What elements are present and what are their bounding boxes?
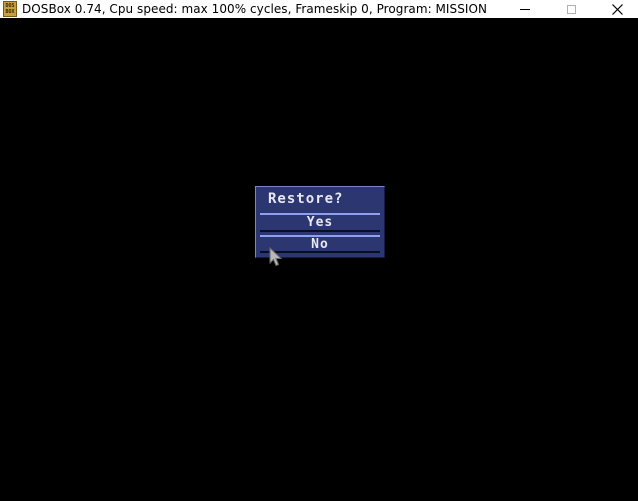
window-title: DOSBox 0.74, Cpu speed: max 100% cycles,… bbox=[22, 2, 487, 16]
yes-option[interactable]: Yes bbox=[260, 215, 380, 230]
divider bbox=[260, 230, 380, 232]
icon-text-bottom: BOX bbox=[5, 9, 15, 15]
dosbox-window: DOS BOX DOSBox 0.74, Cpu speed: max 100%… bbox=[0, 0, 638, 501]
dos-screen[interactable]: Restore? Yes No bbox=[0, 18, 638, 501]
close-icon bbox=[611, 3, 623, 15]
maximize-button[interactable] bbox=[548, 0, 594, 18]
dosbox-icon[interactable]: DOS BOX bbox=[3, 1, 17, 17]
minimize-button[interactable] bbox=[502, 0, 548, 18]
dialog-title: Restore? bbox=[268, 191, 344, 207]
title-bar[interactable]: DOS BOX DOSBox 0.74, Cpu speed: max 100%… bbox=[0, 0, 638, 18]
minimize-icon bbox=[520, 8, 530, 10]
close-button[interactable] bbox=[594, 0, 638, 18]
maximize-icon bbox=[566, 4, 576, 14]
mouse-pointer-icon bbox=[269, 247, 283, 267]
